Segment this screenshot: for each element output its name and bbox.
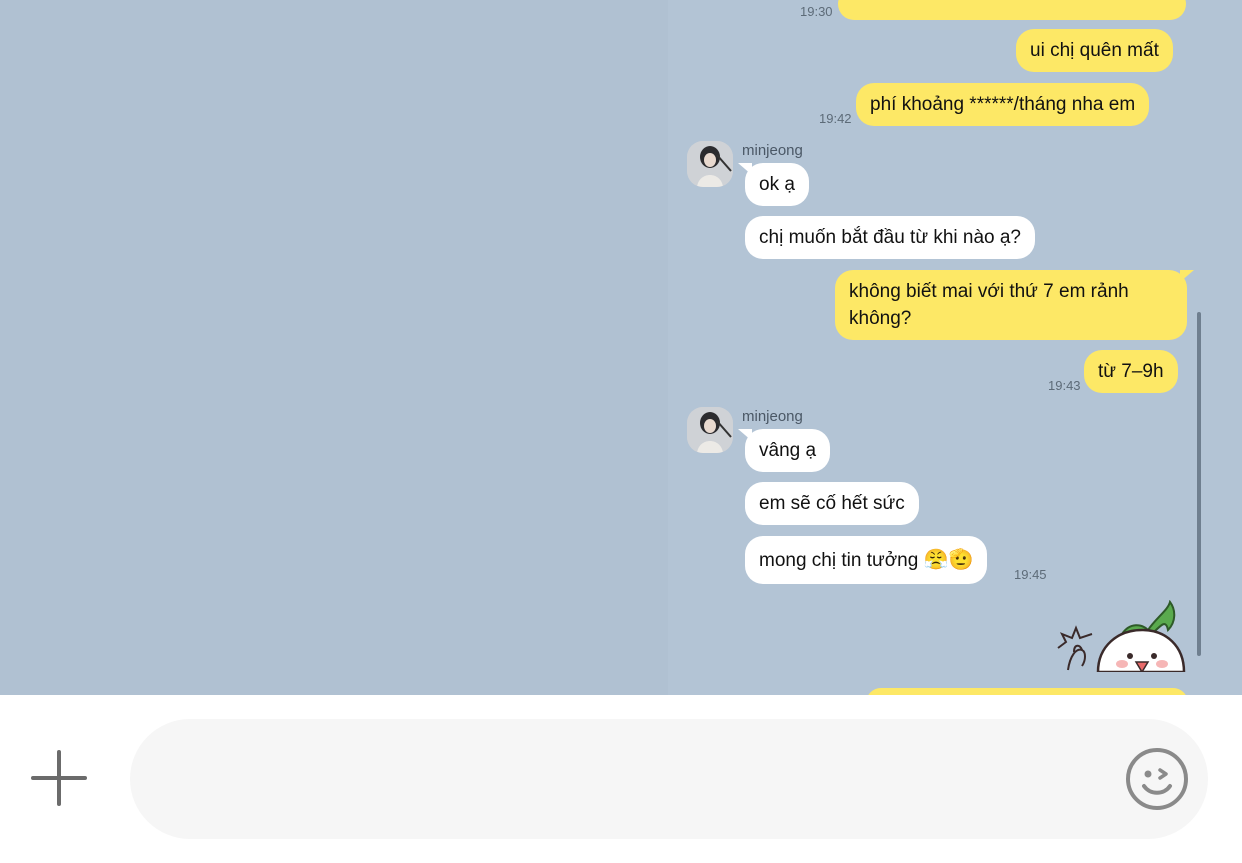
message-timestamp: 19:43 [1048, 378, 1081, 393]
chat-history[interactable]: 19:30 ui chị quên mất phí khoảng ******/… [0, 0, 1242, 695]
their-message[interactable]: ok ạ [738, 163, 809, 206]
my-message[interactable]: ui chị quên mất [1016, 29, 1173, 72]
their-message[interactable]: vâng ạ [737, 429, 831, 472]
message-bubble-cut-top[interactable] [838, 0, 1186, 20]
message-timestamp-cut: 19:30 [800, 4, 833, 19]
their-message[interactable]: em sẽ cố hết sức [745, 482, 919, 525]
message-bubble-cut-bottom[interactable] [866, 688, 1188, 695]
sender-name: minjeong [742, 408, 803, 425]
message-line: không biết mai với thứ 7 em rảnh [849, 281, 1129, 302]
message-input[interactable] [130, 719, 1208, 839]
message-timestamp: 19:42 [819, 111, 852, 126]
avatar[interactable] [687, 141, 733, 187]
my-message[interactable]: từ 7–9h [1084, 350, 1178, 393]
my-message[interactable]: phí khoảng ******/tháng nha em [856, 83, 1150, 126]
chat-scrollbar[interactable] [1197, 312, 1201, 656]
their-message[interactable]: chị muốn bắt đầu từ khi nào ạ? [745, 216, 1036, 259]
message-text: mong chị tin tưởng [759, 550, 919, 571]
emoji-face-icon[interactable] [1124, 746, 1190, 812]
message-timestamp: 19:45 [1014, 567, 1047, 582]
message-line: không? [849, 308, 912, 329]
emoji-icon: 😤🫡 [923, 547, 974, 571]
radish-sticker[interactable] [1052, 600, 1192, 672]
sender-name: minjeong [742, 142, 803, 159]
their-message[interactable]: mong chị tin tưởng 😤🫡 [745, 536, 988, 584]
avatar[interactable] [687, 407, 733, 453]
plus-icon[interactable] [30, 750, 88, 806]
my-message[interactable]: không biết mai với thứ 7 em rảnh không? [835, 270, 1194, 340]
